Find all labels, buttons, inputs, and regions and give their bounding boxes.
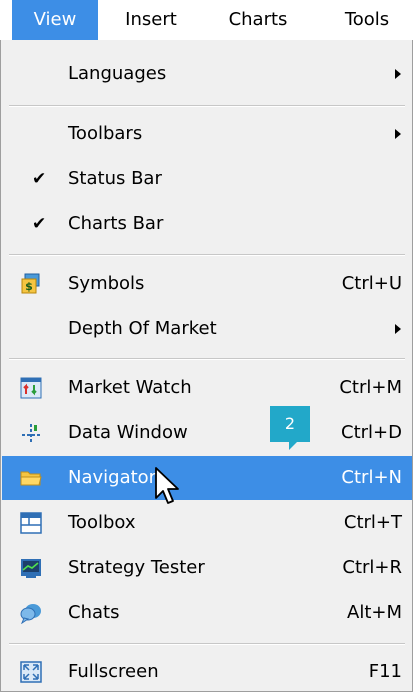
menu-bar: View Insert Charts Tools xyxy=(0,0,416,40)
menu-item-shortcut: Ctrl+D xyxy=(341,422,402,443)
menu-item-shortcut: Ctrl+N xyxy=(341,467,402,488)
checkmark-icon: ✔ xyxy=(32,169,47,189)
menu-insert[interactable]: Insert xyxy=(108,0,194,40)
menu-view[interactable]: View xyxy=(12,0,98,40)
menu-item-symbols[interactable]: $ Symbols Ctrl+U xyxy=(2,262,412,306)
menu-item-label: Toolbox xyxy=(68,512,136,533)
data-window-icon xyxy=(22,424,40,444)
menu-item-toolbars[interactable]: Toolbars xyxy=(2,112,412,156)
menu-item-label: Depth Of Market xyxy=(68,318,217,339)
menu-item-navigator[interactable]: Navigator Ctrl+N xyxy=(2,456,412,500)
market-watch-icon xyxy=(20,377,42,399)
strategy-tester-icon xyxy=(21,559,41,578)
menu-item-strategy-tester[interactable]: Strategy Tester Ctrl+R xyxy=(2,546,412,590)
menu-item-label: Symbols xyxy=(68,273,145,294)
menu-item-label: Status Bar xyxy=(68,168,162,189)
chats-icon xyxy=(20,604,41,624)
menu-item-data-window[interactable]: Data Window Ctrl+D xyxy=(2,411,412,455)
submenu-arrow-icon xyxy=(395,129,401,139)
menu-separator xyxy=(9,358,405,360)
menu-item-label: Strategy Tester xyxy=(68,557,205,578)
menu-separator xyxy=(9,254,405,256)
menu-item-status-bar[interactable]: ✔ Status Bar xyxy=(2,157,412,201)
svg-text:$: $ xyxy=(25,280,33,293)
menu-item-shortcut: Ctrl+U xyxy=(341,273,402,294)
menu-item-label: Languages xyxy=(68,63,167,84)
menu-item-label: Fullscreen xyxy=(68,661,159,682)
menu-item-market-watch[interactable]: Market Watch Ctrl+M xyxy=(2,366,412,410)
submenu-arrow-icon xyxy=(395,69,401,79)
step-badge: 2 xyxy=(270,406,310,450)
menu-item-shortcut: Alt+M xyxy=(347,602,402,623)
toolbox-icon xyxy=(20,512,42,534)
menu-tools[interactable]: Tools xyxy=(324,0,410,40)
mouse-cursor-icon xyxy=(155,467,179,504)
menu-item-label: Navigator xyxy=(68,467,157,488)
fullscreen-icon xyxy=(20,661,42,683)
submenu-arrow-icon xyxy=(395,324,401,334)
view-dropdown-menu: Languages Toolbars ✔ Status Bar ✔ Charts… xyxy=(0,40,413,692)
menu-item-chats[interactable]: Chats Alt+M xyxy=(2,591,412,635)
menu-item-charts-bar[interactable]: ✔ Charts Bar xyxy=(2,202,412,246)
menu-item-shortcut: Ctrl+T xyxy=(343,512,402,533)
menu-item-label: Toolbars xyxy=(68,123,143,144)
menu-item-shortcut: Ctrl+R xyxy=(342,557,402,578)
menu-item-toolbox[interactable]: Toolbox Ctrl+T xyxy=(2,501,412,545)
menu-item-fullscreen[interactable]: Fullscreen F11 xyxy=(2,650,412,694)
menu-item-shortcut: Ctrl+M xyxy=(339,377,402,398)
menu-item-label: Charts Bar xyxy=(68,213,164,234)
symbols-icon: $ xyxy=(21,273,40,294)
folder-icon xyxy=(20,471,42,486)
checkmark-icon: ✔ xyxy=(32,214,47,234)
menu-item-depth-of-market[interactable]: Depth Of Market xyxy=(2,307,412,351)
menu-item-label: Data Window xyxy=(68,422,188,443)
menu-charts[interactable]: Charts xyxy=(208,0,308,40)
menu-item-languages[interactable]: Languages xyxy=(2,52,412,96)
menu-item-label: Chats xyxy=(68,602,120,623)
menu-separator xyxy=(9,643,405,645)
menu-item-label: Market Watch xyxy=(68,377,192,398)
menu-item-shortcut: F11 xyxy=(368,661,402,682)
menu-separator xyxy=(9,105,405,107)
